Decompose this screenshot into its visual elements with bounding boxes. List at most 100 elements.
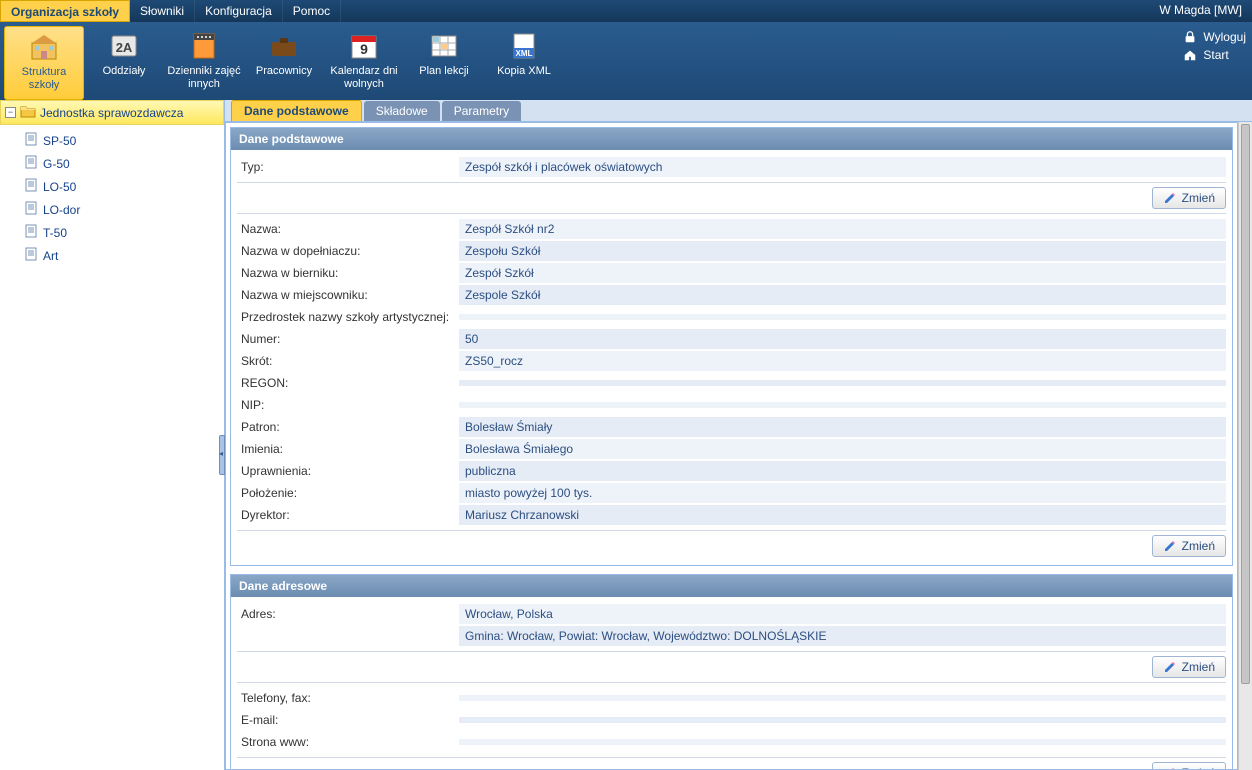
folder-icon: [20, 104, 36, 121]
tree-root[interactable]: − Jednostka sprawozdawcza: [0, 100, 224, 125]
field-value: [459, 695, 1226, 702]
field-label: Nazwa w miejscowniku:: [237, 285, 459, 305]
panel-basic: Dane podstawowe Typ:Zespół szkół i placów…: [230, 127, 1233, 566]
document-icon: [24, 224, 38, 241]
field-label: Przedrostek nazwy szkoły artystycznej:: [237, 307, 459, 327]
tree-item-5[interactable]: Art: [22, 244, 224, 267]
header-link-lock[interactable]: Wyloguj: [1183, 28, 1246, 46]
field-label: Numer:: [237, 329, 459, 349]
ribbon-item-class[interactable]: 2AOddziały: [84, 26, 164, 100]
tab-1[interactable]: Składowe: [364, 101, 440, 121]
field-value: ZS50_rocz: [459, 351, 1226, 372]
field-label: Typ:: [237, 157, 459, 177]
briefcase-icon: [266, 30, 302, 62]
tree-item-label: LO-50: [43, 180, 76, 194]
ribbon-label: Dzienniki zajęć innych: [164, 65, 244, 91]
field-label: Położenie:: [237, 483, 459, 503]
field-value: Gmina: Wrocław, Powiat: Wrocław, Wojewód…: [459, 626, 1226, 647]
ribbon-item-timetable[interactable]: Plan lekcji: [404, 26, 484, 100]
svg-text:2A: 2A: [116, 40, 133, 55]
header-link-home[interactable]: Start: [1183, 46, 1246, 64]
collapse-icon[interactable]: −: [5, 107, 16, 118]
tree-root-label: Jednostka sprawozdawcza: [40, 106, 183, 120]
field-label: NIP:: [237, 395, 459, 415]
menu-item-3[interactable]: Pomoc: [283, 0, 341, 22]
field-value: Bolesław Śmiały: [459, 417, 1226, 438]
main: Dane podstawoweSkładoweParametry Dane po…: [225, 100, 1252, 770]
ribbon: Struktura szkoły2AOddziałyDzienniki zaję…: [0, 22, 1252, 100]
tree-item-label: SP-50: [43, 134, 76, 148]
tabs: Dane podstawoweSkładoweParametry: [225, 100, 1252, 122]
document-icon: [24, 132, 38, 149]
ribbon-item-school[interactable]: Struktura szkoły: [4, 26, 84, 100]
field-label: Uprawnienia:: [237, 461, 459, 481]
user-info: W Magda [MW]: [1149, 0, 1252, 22]
tree-item-2[interactable]: LO-50: [22, 175, 224, 198]
field-value: 50: [459, 329, 1226, 350]
ribbon-label: Pracownicy: [256, 65, 312, 78]
panel-header: Dane adresowe: [231, 575, 1232, 597]
field-value: Zespół Szkół: [459, 263, 1226, 284]
pencil-icon: [1163, 539, 1177, 553]
tree-item-1[interactable]: G-50: [22, 152, 224, 175]
xml-icon: XML: [506, 30, 542, 62]
field-value: Mariusz Chrzanowski: [459, 505, 1226, 526]
field-value: [459, 314, 1226, 321]
change-button[interactable]: Zmień: [1152, 762, 1226, 770]
tree-item-3[interactable]: LO-dor: [22, 198, 224, 221]
ribbon-label: Kopia XML: [497, 65, 551, 78]
pencil-icon: [1163, 660, 1177, 674]
menubar: Organizacja szkołySłownikiKonfiguracjaPo…: [0, 0, 1252, 22]
menu-item-2[interactable]: Konfiguracja: [195, 0, 283, 22]
menu-item-1[interactable]: Słowniki: [130, 0, 195, 22]
field-label: E-mail:: [237, 710, 459, 730]
tree-item-label: Art: [43, 249, 58, 263]
ribbon-item-journal[interactable]: Dzienniki zajęć innych: [164, 26, 244, 100]
field-value: [459, 402, 1226, 409]
ribbon-right: WylogujStart: [1183, 28, 1246, 64]
field-label: Telefony, fax:: [237, 688, 459, 708]
scrollbar-thumb[interactable]: [1241, 124, 1250, 684]
panel-header: Dane podstawowe: [231, 128, 1232, 150]
ribbon-label: Plan lekcji: [419, 65, 469, 78]
svg-text:XML: XML: [516, 49, 533, 58]
field-label: Dyrektor:: [237, 505, 459, 525]
change-button[interactable]: Zmień: [1152, 656, 1226, 678]
home-icon: [1183, 48, 1197, 62]
field-label: REGON:: [237, 373, 459, 393]
ribbon-label: Kalendarz dni wolnych: [324, 65, 404, 91]
ribbon-item-calendar[interactable]: 9 Kalendarz dni wolnych: [324, 26, 404, 100]
journal-icon: [186, 30, 222, 62]
tree-item-label: LO-dor: [43, 203, 80, 217]
panel-address: Dane adresoweAdres:Wrocław, PolskaGmina:…: [230, 574, 1233, 770]
field-value: Zespole Szkół: [459, 285, 1226, 306]
field-label: Adres:: [237, 604, 459, 624]
document-icon: [24, 247, 38, 264]
field-label: Nazwa w dopełniaczu:: [237, 241, 459, 261]
change-button[interactable]: Zmień: [1152, 187, 1226, 209]
ribbon-item-briefcase[interactable]: Pracownicy: [244, 26, 324, 100]
ribbon-label: Struktura szkoły: [5, 66, 83, 92]
document-icon: [24, 178, 38, 195]
menu-item-0[interactable]: Organizacja szkoły: [0, 0, 130, 22]
tree-item-label: G-50: [43, 157, 70, 171]
field-label: Skrót:: [237, 351, 459, 371]
field-value: publiczna: [459, 461, 1226, 482]
sidebar: − Jednostka sprawozdawcza SP-50 G-50 LO-50…: [0, 100, 225, 770]
field-value: Zespół szkół i placówek oświatowych: [459, 157, 1226, 178]
vertical-scrollbar[interactable]: [1238, 122, 1252, 770]
change-button[interactable]: Zmień: [1152, 535, 1226, 557]
field-label: Strona www:: [237, 732, 459, 752]
ribbon-item-xml[interactable]: XML Kopia XML: [484, 26, 564, 100]
tree-item-0[interactable]: SP-50: [22, 129, 224, 152]
tree-item-4[interactable]: T-50: [22, 221, 224, 244]
calendar-icon: 9: [346, 30, 382, 62]
content: Dane podstawowe Typ:Zespół szkół i placów…: [225, 122, 1238, 770]
field-label: Nazwa w bierniku:: [237, 263, 459, 283]
tab-2[interactable]: Parametry: [442, 101, 521, 121]
field-value: Zespołu Szkół: [459, 241, 1226, 262]
tab-0[interactable]: Dane podstawowe: [231, 100, 362, 121]
field-label: Nazwa:: [237, 219, 459, 239]
tree-item-label: T-50: [43, 226, 67, 240]
field-value: miasto powyżej 100 tys.: [459, 483, 1226, 504]
